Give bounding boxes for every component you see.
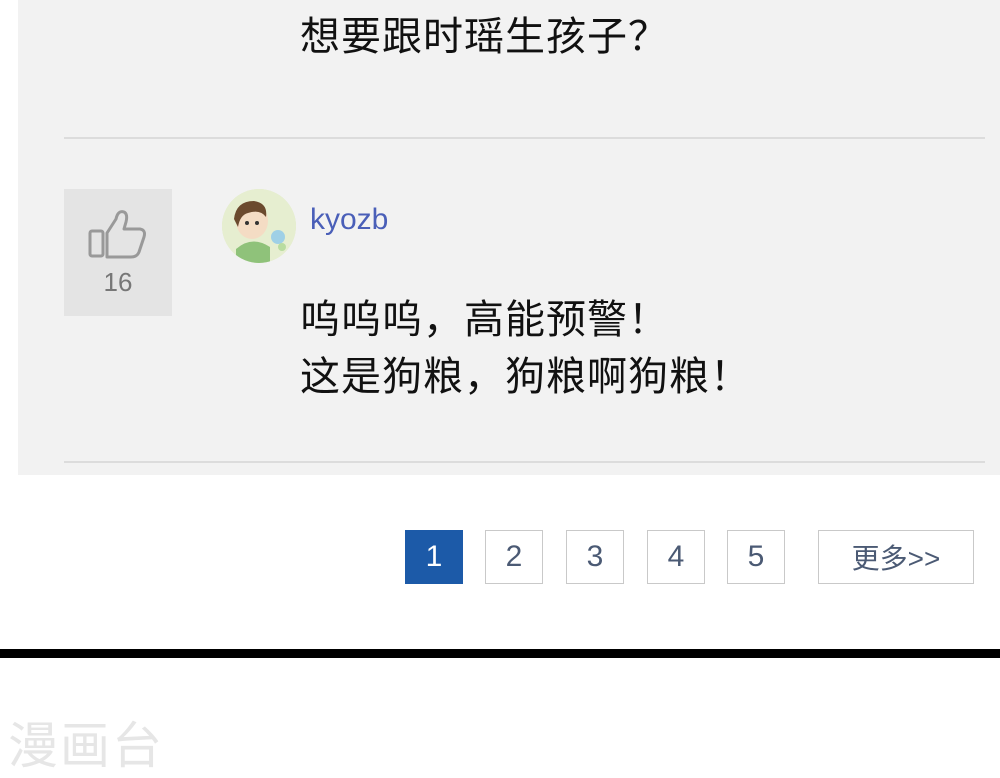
like-count: 16 — [103, 267, 133, 297]
page-button-5[interactable]: 5 — [727, 530, 785, 584]
username-link[interactable]: kyozb — [310, 203, 388, 237]
previous-comment-text: 想要跟时瑶生孩子？ — [300, 14, 669, 60]
thumbs-up-icon — [87, 207, 149, 263]
more-pages-button[interactable]: 更多>> — [818, 530, 974, 584]
page-button-3[interactable]: 3 — [566, 530, 624, 584]
page-button-2[interactable]: 2 — [485, 530, 543, 584]
watermark-logo: 漫画台 — [8, 717, 164, 775]
user-avatar[interactable] — [222, 189, 296, 263]
like-button[interactable]: 16 — [64, 189, 172, 316]
page-button-4[interactable]: 4 — [647, 530, 705, 584]
panel-border — [0, 649, 1000, 658]
comment-divider — [64, 461, 985, 463]
page-button-1[interactable]: 1 — [405, 530, 463, 584]
comment-divider — [64, 137, 985, 139]
comment-text-line: 呜呜呜，高能预警！ — [300, 297, 669, 343]
comment-text-line: 这是狗粮，狗粮啊狗粮！ — [300, 354, 751, 400]
